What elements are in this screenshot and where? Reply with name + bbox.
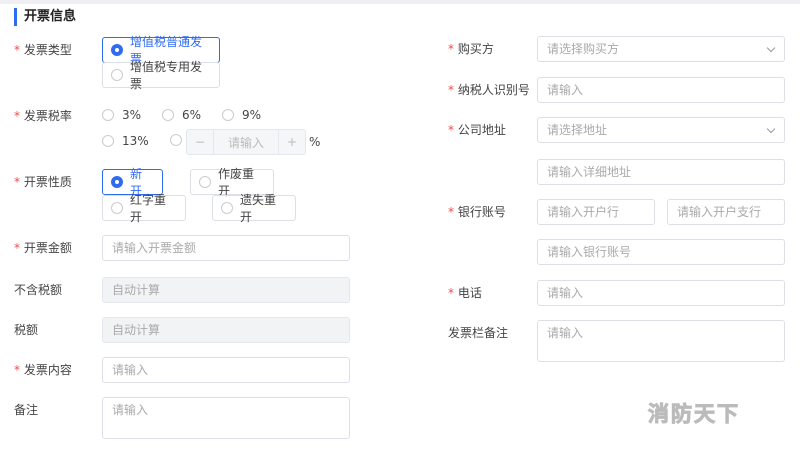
option-label: 3% xyxy=(122,108,141,122)
invoice-remark-textarea[interactable]: 请输入 xyxy=(537,320,785,362)
tax-rate-custom[interactable] xyxy=(170,134,182,146)
taxpayer-id-input[interactable]: 请输入 xyxy=(537,77,785,103)
branch-input[interactable]: 请输入开户支行 xyxy=(667,199,785,225)
remark-textarea[interactable]: 请输入 xyxy=(102,397,350,439)
buyer-label: 购买方 xyxy=(448,41,494,57)
remark-label: 备注 xyxy=(14,402,38,418)
nature-option-red[interactable]: 红字重开 xyxy=(102,195,186,221)
amount-input[interactable]: 请输入开票金额 xyxy=(102,235,350,261)
radio-icon xyxy=(222,109,234,121)
watermark: 消防天下 xyxy=(648,398,740,428)
tax-rate-label: 发票税率 xyxy=(14,108,72,124)
invoice-remark-label: 发票栏备注 xyxy=(448,325,508,341)
option-label: 红字重开 xyxy=(130,191,175,225)
bank-input[interactable]: 请输入开户行 xyxy=(537,199,655,225)
option-label: 遗失重开 xyxy=(240,191,285,225)
radio-icon xyxy=(102,109,114,121)
section-title: 开票信息 xyxy=(14,8,76,26)
tax-rate-6[interactable]: 6% xyxy=(162,108,201,122)
account-input[interactable]: 请输入银行账号 xyxy=(537,239,785,265)
nature-label: 开票性质 xyxy=(14,174,72,190)
custom-rate-input[interactable]: 请输入 xyxy=(213,130,279,154)
tax-rate-3[interactable]: 3% xyxy=(102,108,141,122)
tax-input: 自动计算 xyxy=(102,317,350,343)
no-tax-input: 自动计算 xyxy=(102,277,350,303)
tax-rate-13[interactable]: 13% xyxy=(102,134,149,148)
minus-button[interactable]: − xyxy=(187,130,213,154)
invoice-type-label: 发票类型 xyxy=(14,42,72,58)
radio-checked-icon xyxy=(111,44,123,56)
radio-icon xyxy=(162,109,174,121)
top-strip xyxy=(0,0,800,4)
radio-icon xyxy=(170,134,182,146)
content-input[interactable]: 请输入 xyxy=(102,357,350,383)
radio-icon xyxy=(111,69,123,81)
plus-button[interactable]: + xyxy=(279,130,305,154)
radio-checked-icon xyxy=(111,176,123,188)
option-label: 增值税专用发票 xyxy=(130,58,209,92)
address-select[interactable]: 请选择地址 xyxy=(537,117,785,143)
bank-label: 银行账号 xyxy=(448,204,506,220)
address-label: 公司地址 xyxy=(448,122,506,138)
content-label: 发票内容 xyxy=(14,362,72,378)
buyer-select[interactable]: 请选择购买方 xyxy=(537,36,785,62)
tax-rate-9[interactable]: 9% xyxy=(222,108,261,122)
nature-option-lost[interactable]: 遗失重开 xyxy=(212,195,296,221)
percent-unit: % xyxy=(309,134,320,150)
phone-label: 电话 xyxy=(448,285,482,301)
no-tax-label: 不含税额 xyxy=(14,282,62,298)
radio-icon xyxy=(221,202,233,214)
custom-rate-stepper[interactable]: − 请输入 + xyxy=(186,129,306,155)
phone-input[interactable]: 请输入 xyxy=(537,280,785,306)
radio-icon xyxy=(102,135,114,147)
taxpayer-id-label: 纳税人识别号 xyxy=(448,82,530,98)
option-label: 6% xyxy=(182,108,201,122)
radio-icon xyxy=(111,202,123,214)
tax-label: 税额 xyxy=(14,322,38,338)
radio-icon xyxy=(199,176,211,188)
invoice-type-option-special[interactable]: 增值税专用发票 xyxy=(102,62,220,88)
option-label: 13% xyxy=(122,134,149,148)
option-label: 9% xyxy=(242,108,261,122)
address-detail-input[interactable]: 请输入详细地址 xyxy=(537,159,785,185)
amount-label: 开票金额 xyxy=(14,240,72,256)
